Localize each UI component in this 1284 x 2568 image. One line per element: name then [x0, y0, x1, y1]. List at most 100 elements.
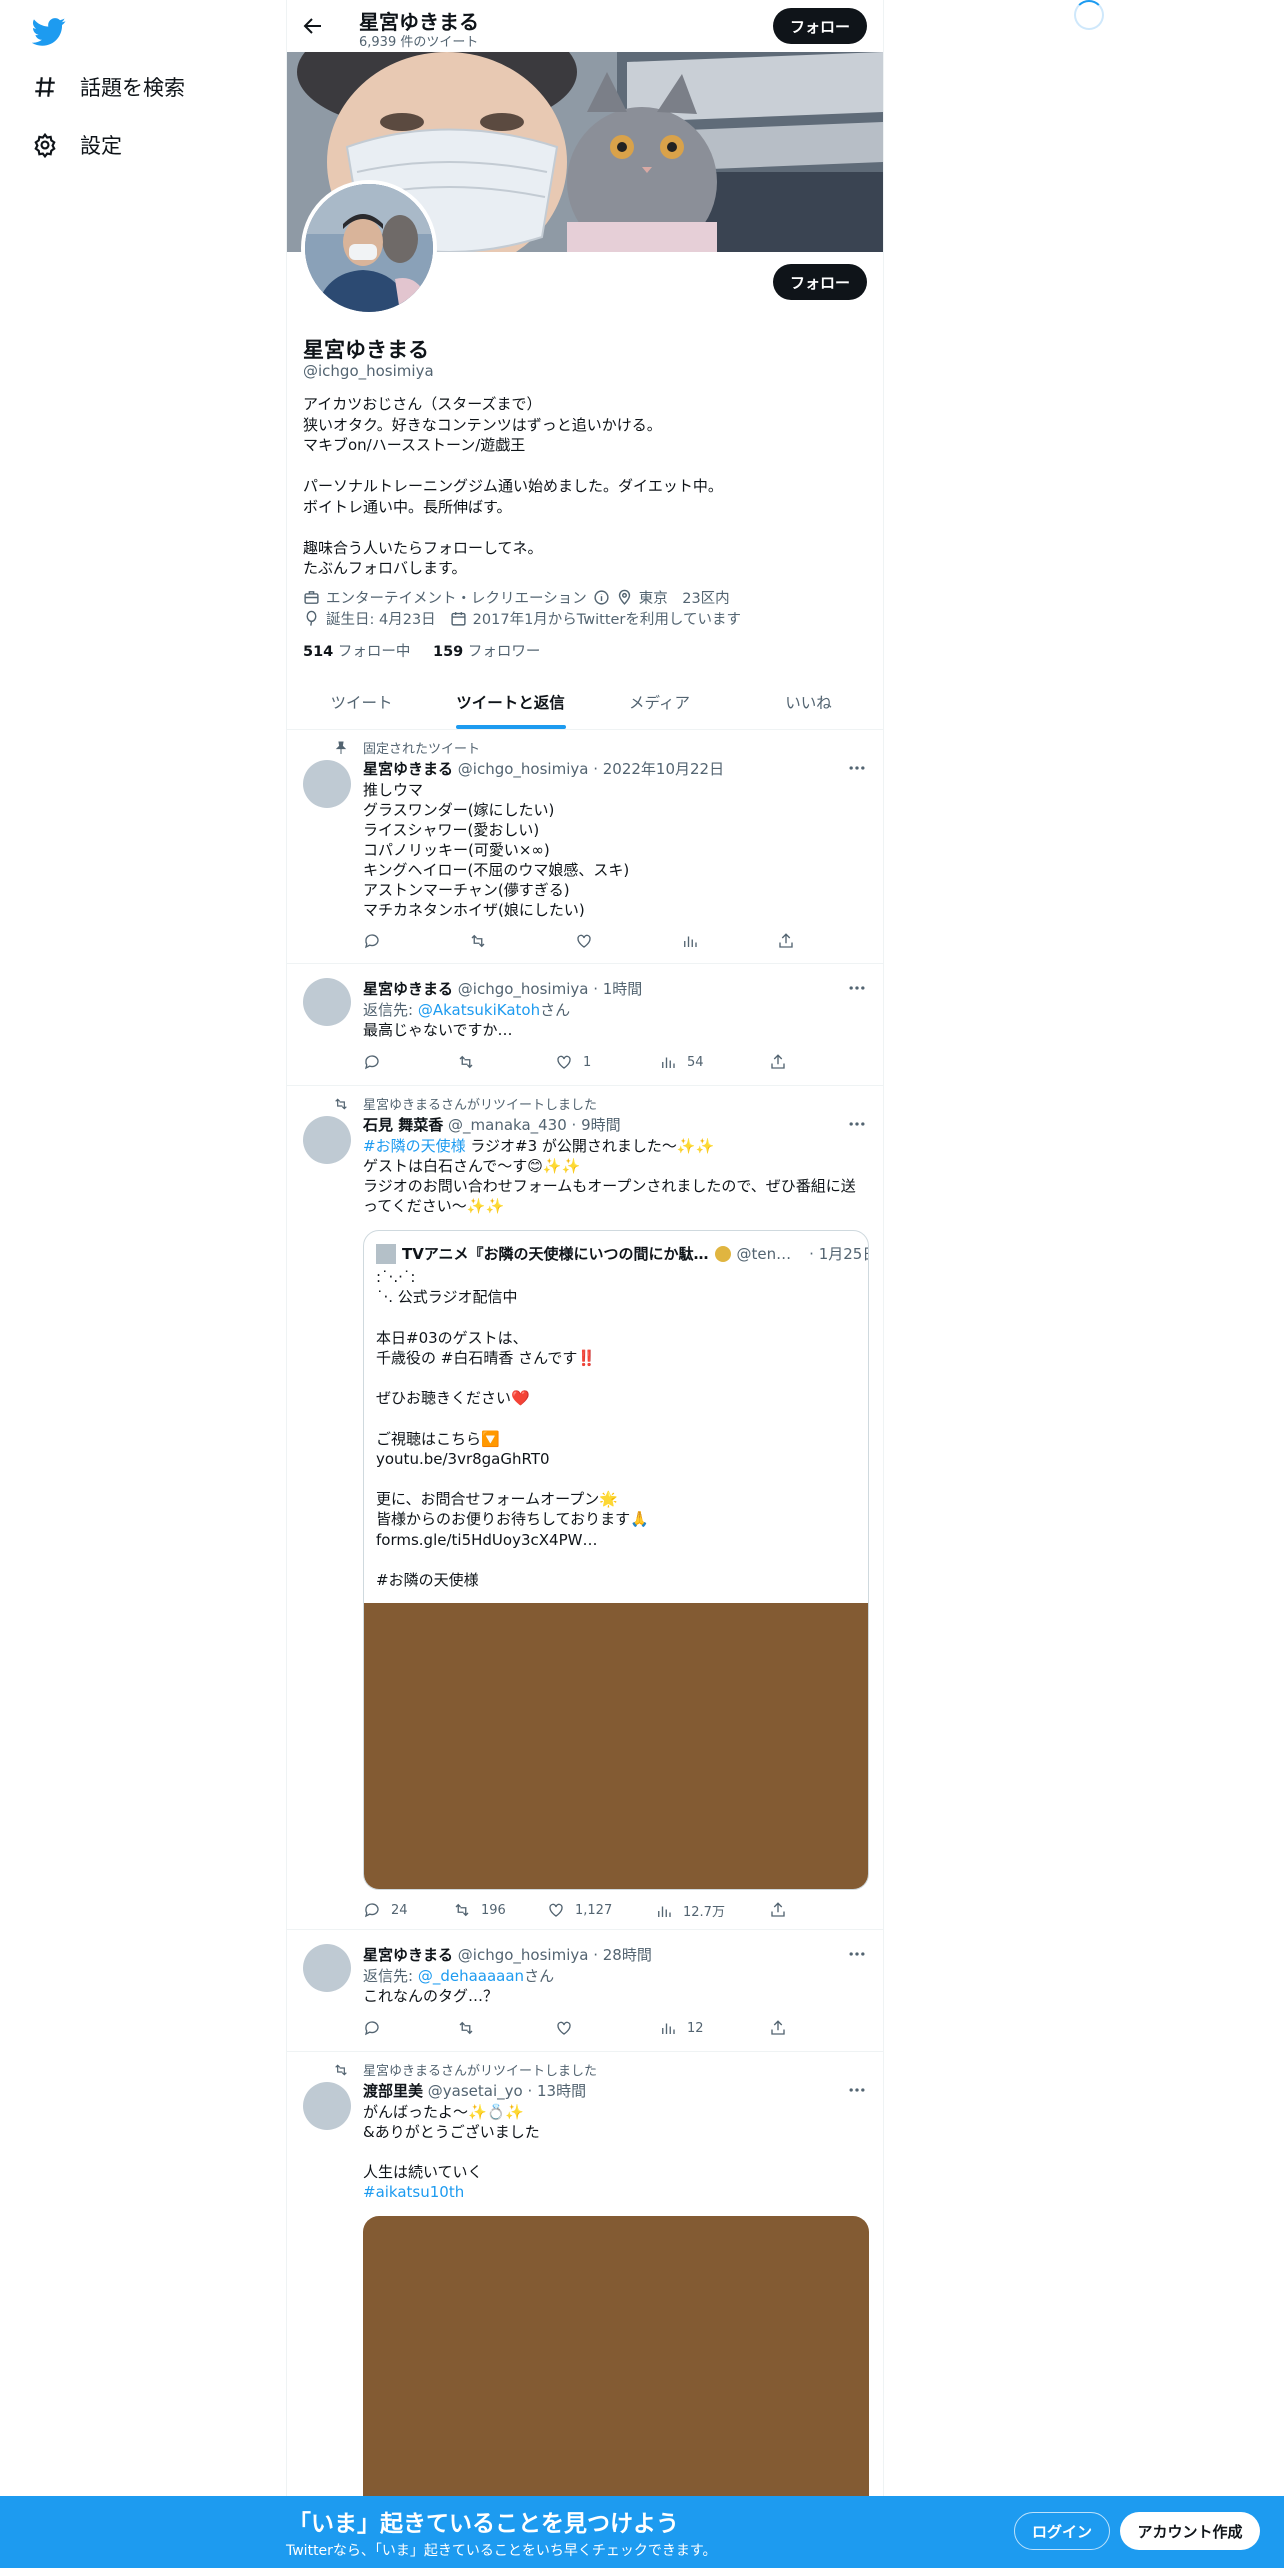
tab-tweets-and-replies[interactable]: ツイートと返信	[436, 675, 585, 729]
quoted-tweet[interactable]: TVアニメ『お隣の天使様にいつの間にか駄… @ten… · 1月25日 :˙·.…	[363, 1230, 869, 1890]
retweet-button[interactable]	[457, 1053, 475, 1071]
tweet-header: 渡部里美 @yasetai_yo · 13時間	[363, 2080, 586, 2101]
quote-handle: @ten…	[736, 1244, 792, 1263]
nav-explore[interactable]: 話題を検索	[32, 72, 185, 102]
reply-to-handle[interactable]: @_dehaaaaan	[418, 1967, 524, 1985]
like-button[interactable]	[575, 932, 593, 950]
tweet-retweet-1[interactable]: 星宮ゆきまるさんがリツイートしました 石見 舞菜香 @_manaka_430 ·…	[287, 1086, 883, 1930]
tab-media[interactable]: メディア	[585, 675, 734, 729]
avatar[interactable]	[303, 1116, 351, 1164]
like-button[interactable]: 1	[555, 1053, 591, 1071]
reply-icon	[364, 2021, 379, 2036]
profile-name: 星宮ゆきまる	[303, 338, 429, 362]
quote-date: · 1月25日	[809, 1245, 868, 1263]
views-button[interactable]: 12	[659, 2019, 704, 2037]
tweet-author-name[interactable]: 星宮ゆきまる	[363, 1946, 453, 1964]
share-button[interactable]	[769, 1053, 787, 1071]
twitter-logo-icon[interactable]	[32, 14, 66, 48]
pinned-label-row: 固定されたツイート	[335, 738, 480, 757]
header-follow-button[interactable]: フォロー	[773, 8, 867, 44]
profile-avatar[interactable]	[301, 180, 437, 316]
tweet-meta[interactable]: @ichgo_hosimiya · 2022年10月22日	[458, 760, 724, 778]
heart-icon	[557, 1055, 571, 1069]
share-button[interactable]	[769, 1901, 787, 1919]
reply-button[interactable]: 24	[363, 1901, 408, 1919]
reply-count: 24	[391, 1902, 408, 1918]
retweet-icon	[459, 1055, 473, 1069]
share-button[interactable]	[777, 932, 795, 950]
profile-location: 東京 23区内	[638, 591, 730, 607]
more-options-icon[interactable]	[847, 1944, 867, 1964]
tweet-author-name[interactable]: 渡部里美	[363, 2082, 423, 2100]
tweet-retweet-2[interactable]: 星宮ゆきまるさんがリツイートしました 渡部里美 @yasetai_yo · 13…	[287, 2052, 883, 2568]
avatar[interactable]	[303, 2082, 351, 2130]
followers-label: フォロワー	[467, 644, 541, 660]
tweet-actions	[363, 932, 793, 952]
tweet-reply-2[interactable]: 星宮ゆきまる @ichgo_hosimiya · 28時間 返信先: @_deh…	[287, 1930, 883, 2052]
reply-to-suffix: さん	[524, 1967, 555, 1985]
following-link[interactable]: 514 フォロー中	[303, 644, 410, 660]
followers-link[interactable]: 159 フォロワー	[433, 644, 540, 660]
reply-button[interactable]	[363, 1053, 381, 1071]
avatar-photo	[305, 184, 433, 312]
follow-counts: 514 フォロー中 159 フォロワー	[303, 640, 540, 661]
more-options-icon[interactable]	[847, 2080, 867, 2100]
tweet-author-name[interactable]: 星宮ゆきまる	[363, 980, 453, 998]
retweet-icon	[335, 2063, 347, 2076]
profile-meta-row-2: 誕生日: 4月23日 2017年1月からTwitterを利用しています	[303, 608, 741, 629]
more-options-icon[interactable]	[847, 1114, 867, 1134]
tweet-actions: 24 196 1,127 12.7万	[363, 1901, 793, 1921]
like-button[interactable]: 1,127	[547, 1901, 612, 1919]
reply-icon	[364, 1903, 379, 1918]
tweet-pinned[interactable]: 固定されたツイート 星宮ゆきまる @ichgo_hosimiya · 2022年…	[287, 730, 883, 964]
like-button[interactable]	[555, 2019, 573, 2037]
views-button[interactable]: 54	[659, 1053, 704, 1071]
info-icon[interactable]	[593, 589, 610, 606]
reply-button[interactable]	[363, 932, 381, 950]
tweet-author-name[interactable]: 星宮ゆきまる	[363, 760, 453, 778]
reply-to-handle[interactable]: @AkatsukiKatoh	[418, 1001, 540, 1019]
tweet-meta[interactable]: @ichgo_hosimiya · 1時間	[458, 980, 642, 998]
retweet-button[interactable]: 196	[453, 1901, 506, 1919]
quote-media-image[interactable]	[364, 1603, 868, 1889]
profile-category: エンターテイメント・レクリエーション	[326, 591, 587, 607]
more-options-icon[interactable]	[847, 758, 867, 778]
profile-follow-button[interactable]: フォロー	[773, 264, 867, 300]
share-icon	[771, 1054, 785, 1069]
bar-chart-icon	[658, 1906, 671, 1917]
signup-banner: 「いま」起きていることを見つけよう Twitterなら、「いま」起きていることを…	[0, 2496, 1284, 2568]
retweet-button[interactable]	[469, 932, 487, 950]
avatar[interactable]	[303, 1944, 351, 1992]
tweet-header: 石見 舞菜香 @_manaka_430 · 9時間	[363, 1114, 621, 1135]
hashtag-link[interactable]: #お隣の天使様	[363, 1137, 466, 1155]
more-options-icon[interactable]	[847, 978, 867, 998]
share-button[interactable]	[769, 2019, 787, 2037]
tweet-text: がんばったよ～✨💍✨ &ありがとうございました 人生は続いていく	[363, 2103, 540, 2181]
back-arrow-icon[interactable]	[301, 14, 325, 38]
nav-settings[interactable]: 設定	[32, 130, 122, 160]
tweet-meta[interactable]: @yasetai_yo · 13時間	[428, 2082, 586, 2100]
signup-banner-title: 「いま」起きていることを見つけよう	[288, 2511, 679, 2537]
tab-likes[interactable]: いいね	[734, 675, 883, 729]
tweet-reply-1[interactable]: 星宮ゆきまる @ichgo_hosimiya · 1時間 返信先: @Akats…	[287, 964, 883, 1086]
tweet-meta[interactable]: @_manaka_430 · 9時間	[448, 1116, 621, 1134]
login-button[interactable]: ログイン	[1014, 2512, 1110, 2550]
hashtag-link[interactable]: #aikatsu10th	[363, 2183, 464, 2201]
reply-to-line: 返信先: @_dehaaaaanさん	[363, 1966, 869, 1986]
briefcase-icon	[304, 591, 319, 604]
bar-chart-icon	[662, 1057, 675, 1068]
reply-button[interactable]	[363, 2019, 381, 2037]
avatar[interactable]	[303, 760, 351, 808]
views-button[interactable]: 12.7万	[655, 1901, 725, 1920]
heart-icon	[557, 2021, 571, 2035]
views-button[interactable]	[681, 932, 699, 950]
retweet-button[interactable]	[457, 2019, 475, 2037]
tweet-author-name[interactable]: 石見 舞菜香	[363, 1116, 443, 1134]
view-count: 54	[687, 1054, 704, 1070]
tab-tweets[interactable]: ツイート	[287, 675, 436, 729]
quote-author-name: TVアニメ『お隣の天使様にいつの間にか駄…	[402, 1245, 709, 1263]
avatar[interactable]	[303, 978, 351, 1026]
tweet-meta[interactable]: @ichgo_hosimiya · 28時間	[458, 1946, 652, 1964]
create-account-button[interactable]: アカウント作成	[1120, 2512, 1260, 2550]
balloon-icon	[306, 610, 317, 626]
